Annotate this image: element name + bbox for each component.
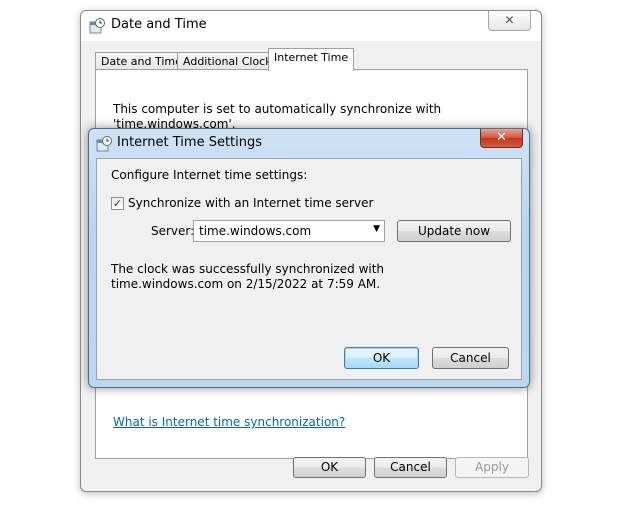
sync-status-message: The clock was successfully synchronized …: [111, 262, 385, 291]
date-time-icon: [89, 18, 105, 34]
sync-checkbox-label[interactable]: Synchronize with an Internet time server: [128, 196, 373, 210]
server-label: Server:: [151, 224, 195, 238]
server-combobox[interactable]: time.windows.com ▼: [193, 220, 385, 242]
sync-checkbox[interactable]: ✓: [111, 197, 124, 210]
dialog-body: Configure Internet time settings: ✓ Sync…: [96, 158, 522, 380]
outer-title-bar[interactable]: Date and Time ✕: [81, 11, 541, 41]
dialog-title: Internet Time Settings: [117, 135, 263, 150]
outer-window-title: Date and Time: [111, 17, 207, 32]
dialog-close-button[interactable]: ✕: [480, 129, 523, 148]
close-icon: ✕: [504, 13, 515, 27]
outer-close-button[interactable]: ✕: [488, 11, 531, 31]
dialog-cancel-button[interactable]: Cancel: [432, 347, 509, 369]
internet-time-help-link[interactable]: What is Internet time synchronization?: [113, 415, 345, 429]
tab-internet-time[interactable]: Internet Time: [268, 48, 355, 71]
checkmark-icon: ✓: [112, 197, 123, 210]
internet-time-settings-dialog: Internet Time Settings ✕ Configure Inter…: [88, 128, 530, 388]
configure-label: Configure Internet time settings:: [111, 168, 308, 182]
outer-cancel-button[interactable]: Cancel: [374, 457, 447, 478]
outer-ok-button[interactable]: OK: [293, 457, 366, 478]
update-now-button[interactable]: Update now: [397, 220, 511, 242]
dialog-ok-button[interactable]: OK: [344, 347, 419, 369]
tab-date-and-time[interactable]: Date and Time: [95, 52, 188, 70]
chevron-down-icon[interactable]: ▼: [373, 224, 380, 234]
outer-apply-button[interactable]: Apply: [455, 457, 529, 478]
close-icon: ✕: [496, 130, 507, 145]
server-value: time.windows.com: [199, 224, 312, 238]
date-time-icon: [96, 136, 112, 152]
